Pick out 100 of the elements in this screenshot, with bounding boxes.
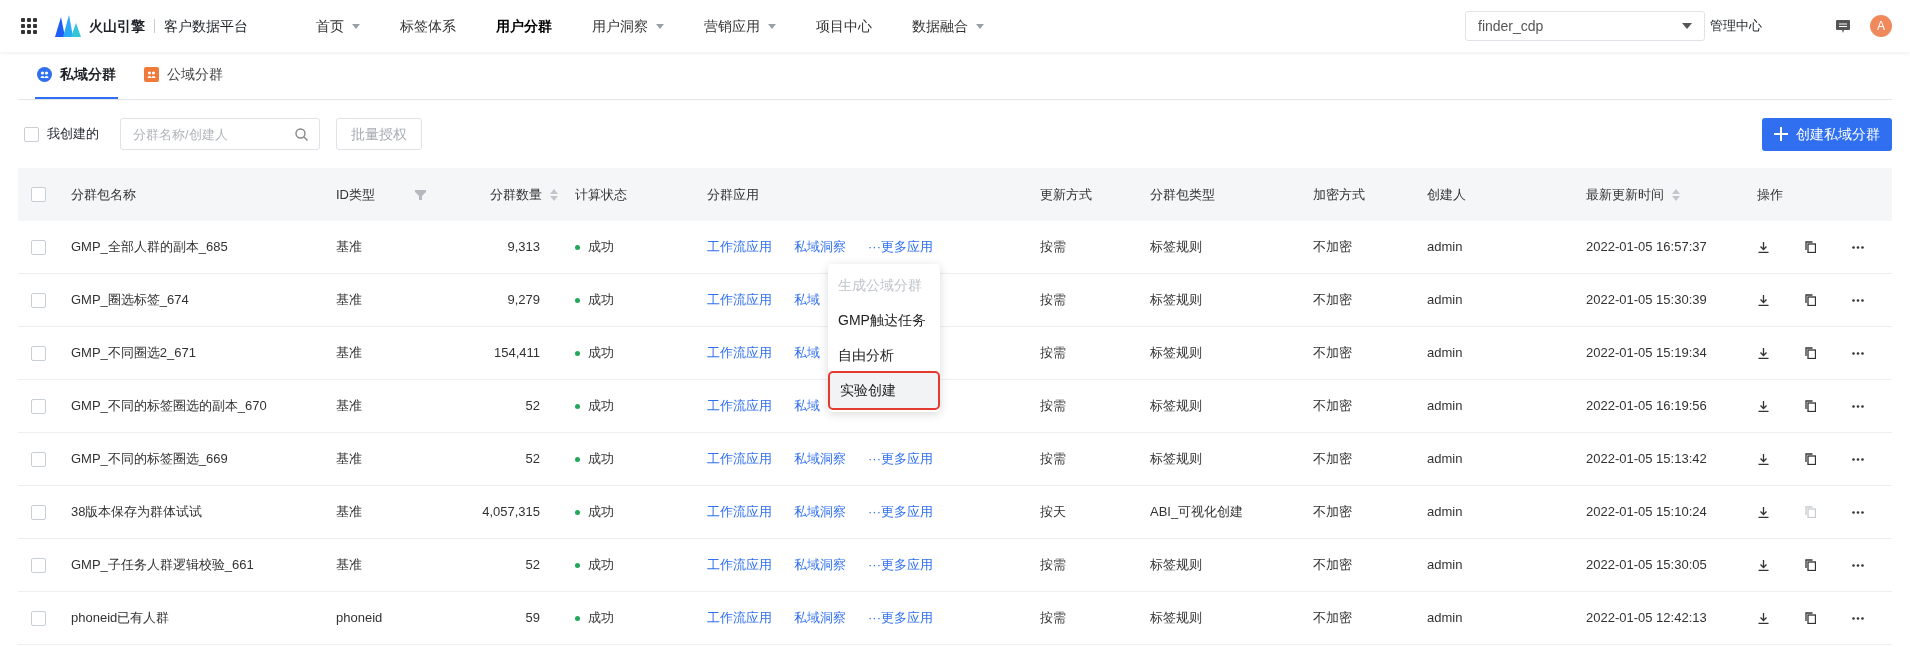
user-avatar[interactable]: A — [1870, 15, 1892, 37]
nav-item[interactable]: 营销应用 — [704, 15, 776, 37]
nav-item[interactable]: 标签体系 — [400, 15, 456, 37]
more-icon[interactable] — [1852, 351, 1864, 355]
caret-icon — [352, 23, 360, 29]
apps-grid-icon[interactable] — [21, 18, 37, 34]
app-link[interactable]: 工作流应用 — [707, 449, 772, 469]
app-link[interactable]: 工作流应用 — [707, 555, 772, 575]
project-select[interactable]: finder_cdp — [1465, 11, 1705, 41]
download-icon[interactable] — [1758, 241, 1769, 253]
app-link[interactable]: 私域 — [794, 290, 820, 310]
table-cell-text: phoneid已有人群 — [71, 609, 170, 628]
checkbox[interactable] — [31, 292, 46, 308]
column-header[interactable]: ID类型 — [336, 184, 426, 205]
app-link[interactable]: 私域洞察 — [794, 502, 846, 522]
more-icon[interactable] — [1852, 616, 1864, 620]
copy-icon[interactable] — [1805, 453, 1816, 465]
checkbox[interactable] — [31, 451, 46, 467]
download-icon[interactable] — [1758, 453, 1769, 465]
menu-item[interactable]: 自由分析 — [828, 338, 940, 373]
app-link[interactable]: 工作流应用 — [707, 502, 772, 522]
create-segment-button[interactable]: 创建私域分群 — [1762, 117, 1892, 151]
menu-item[interactable]: GMP触达任务 — [828, 303, 940, 338]
checkbox[interactable] — [31, 557, 46, 573]
plus-icon — [1774, 127, 1788, 141]
download-icon[interactable] — [1758, 400, 1769, 412]
column-header: 计算状态 — [575, 185, 627, 204]
admin-center-link[interactable]: 管理中心 — [1710, 16, 1762, 36]
column-header[interactable]: 分群数量 — [490, 184, 558, 205]
app-link[interactable]: 私域 — [794, 343, 820, 363]
table-cell-text: 标签规则 — [1150, 450, 1202, 469]
app-link[interactable]: 工作流应用 — [707, 343, 772, 363]
app-link[interactable]: 私域 — [794, 396, 820, 416]
app-link[interactable]: 私域洞察 — [794, 237, 846, 257]
checkbox[interactable] — [31, 398, 46, 414]
status-text: 成功 — [588, 344, 614, 363]
column-header: 创建人 — [1427, 185, 1466, 204]
app-link[interactable]: 工作流应用 — [707, 396, 772, 416]
table-cell-text: 2022-01-05 15:30:05 — [1586, 556, 1707, 575]
app-link[interactable]: 工作流应用 — [707, 608, 772, 628]
nav-item[interactable]: 用户洞察 — [592, 15, 664, 37]
checkbox[interactable] — [24, 126, 39, 142]
app-link[interactable]: 工作流应用 — [707, 290, 772, 310]
app-link[interactable]: 私域洞察 — [794, 555, 846, 575]
table-cell-text: 基准 — [336, 397, 362, 416]
copy-icon[interactable] — [1805, 347, 1816, 359]
download-icon[interactable] — [1758, 612, 1769, 624]
table-cell-text: admin — [1427, 344, 1463, 363]
app-link[interactable]: ···更多应用 — [868, 449, 933, 469]
checkbox[interactable] — [31, 504, 46, 520]
table-cell-text: GMP_不同圈选2_671 — [71, 344, 196, 363]
status-text: 成功 — [588, 238, 614, 257]
app-link[interactable]: 私域洞察 — [794, 608, 846, 628]
select-value: finder_cdp — [1478, 16, 1544, 36]
column-header: 分群包名称 — [71, 185, 136, 204]
search-field[interactable]: 分群名称/创建人 — [120, 118, 320, 150]
table-cell-text: 按需 — [1040, 291, 1066, 310]
column-header[interactable]: 最新更新时间 — [1586, 184, 1680, 205]
copy-icon[interactable] — [1805, 241, 1816, 253]
copy-icon[interactable] — [1805, 612, 1816, 624]
status-text: 成功 — [588, 609, 614, 628]
table-cell-text: 基准 — [336, 291, 362, 310]
checkbox[interactable] — [31, 345, 46, 361]
copy-icon[interactable] — [1805, 400, 1816, 412]
table-cell-text: phoneid — [336, 609, 383, 628]
app-link[interactable]: ···更多应用 — [868, 555, 933, 575]
more-icon[interactable] — [1852, 510, 1864, 514]
more-icon[interactable] — [1852, 298, 1864, 302]
checkbox[interactable] — [31, 187, 46, 202]
table-cell-text: GMP_不同的标签圈选的副本_670 — [71, 397, 267, 416]
app-link[interactable]: ···更多应用 — [868, 237, 933, 257]
tab[interactable]: 私域分群 — [35, 52, 118, 99]
more-icon[interactable] — [1852, 245, 1864, 249]
app-link[interactable]: ···更多应用 — [868, 502, 933, 522]
column-header: 更新方式 — [1040, 185, 1092, 204]
app-link[interactable]: 工作流应用 — [707, 237, 772, 257]
more-icon[interactable] — [1852, 563, 1864, 567]
tab[interactable]: 公域分群 — [142, 52, 225, 99]
checkbox[interactable] — [31, 239, 46, 255]
nav-item[interactable]: 项目中心 — [816, 15, 872, 37]
download-icon[interactable] — [1758, 506, 1769, 518]
app-link[interactable]: 私域洞察 — [794, 449, 846, 469]
message-icon[interactable] — [1836, 19, 1850, 33]
checkbox[interactable] — [31, 610, 46, 626]
nav-item[interactable]: 数据融合 — [912, 15, 984, 37]
table-cell-text: admin — [1427, 609, 1463, 628]
download-icon[interactable] — [1758, 294, 1769, 306]
table-cell-text: 4,057,315 — [482, 503, 540, 522]
copy-icon[interactable] — [1805, 559, 1816, 571]
more-icon[interactable] — [1852, 457, 1864, 461]
table-cell-text: 标签规则 — [1150, 291, 1202, 310]
download-icon[interactable] — [1758, 559, 1769, 571]
more-icon[interactable] — [1852, 404, 1864, 408]
table-cell-text: 59 — [525, 609, 540, 628]
copy-icon[interactable] — [1805, 294, 1816, 306]
app-link[interactable]: ···更多应用 — [868, 608, 933, 628]
menu-item[interactable]: 实验创建 — [830, 373, 938, 408]
nav-item[interactable]: 用户分群 — [496, 15, 552, 37]
download-icon[interactable] — [1758, 347, 1769, 359]
nav-item[interactable]: 首页 — [316, 15, 360, 37]
